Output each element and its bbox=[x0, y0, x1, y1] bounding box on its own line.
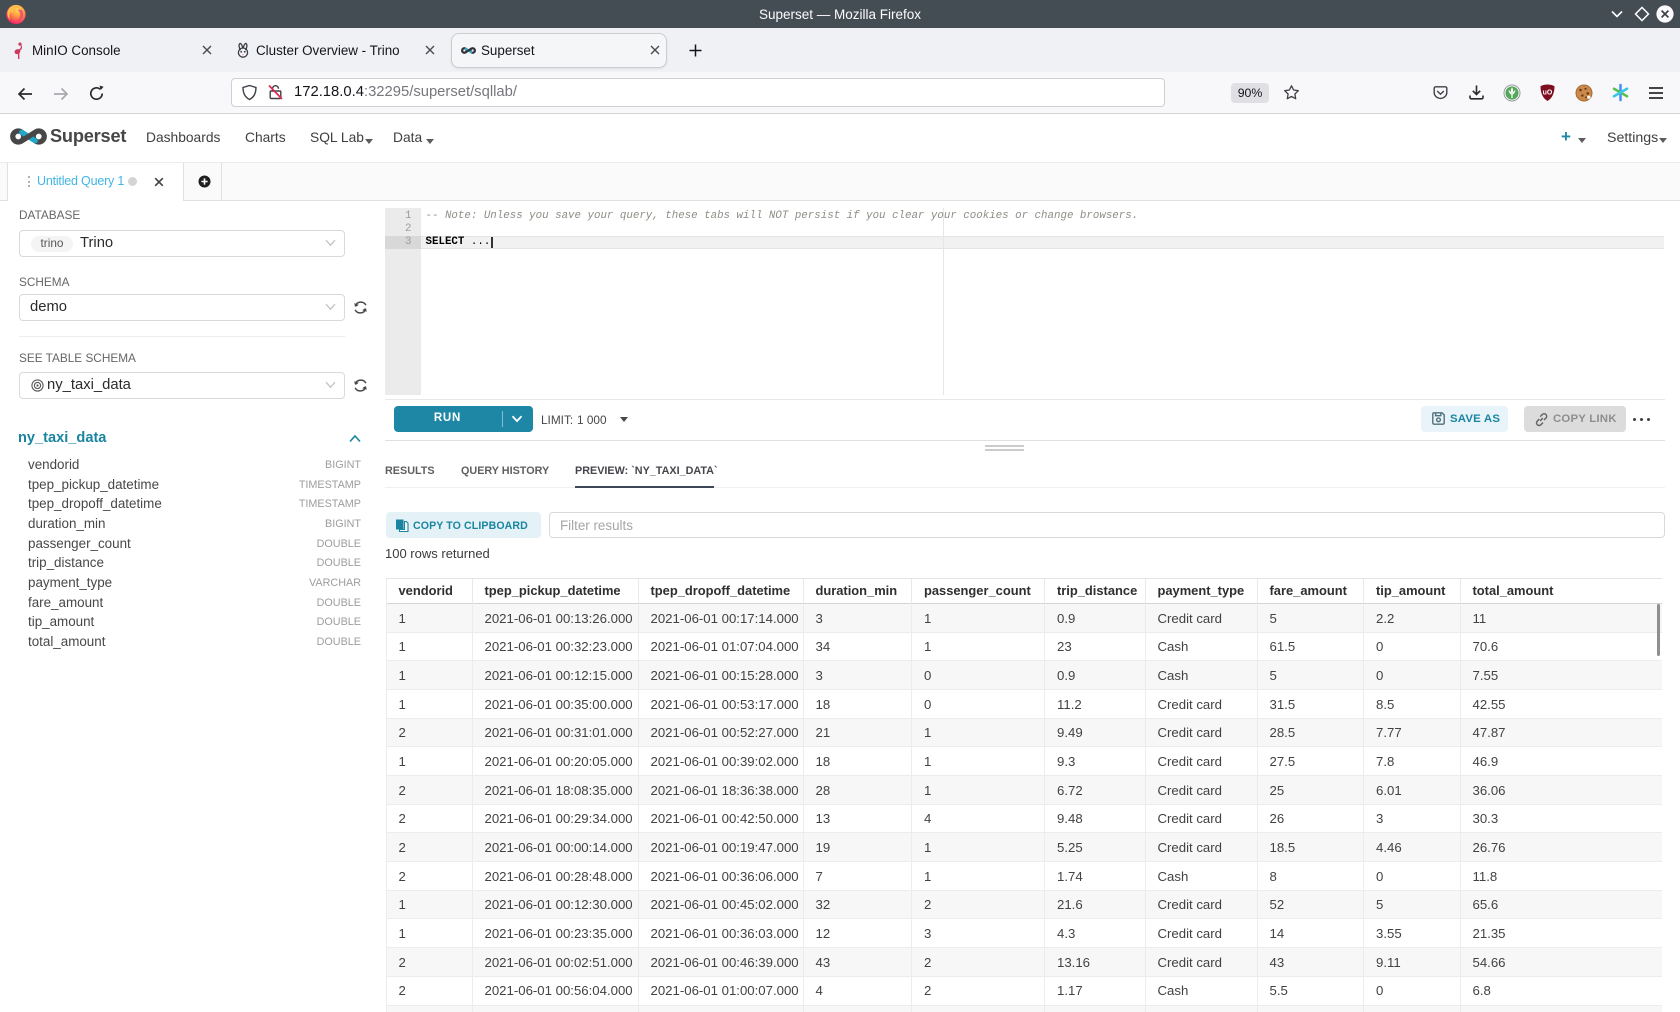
svg-text:uO: uO bbox=[1543, 90, 1553, 97]
